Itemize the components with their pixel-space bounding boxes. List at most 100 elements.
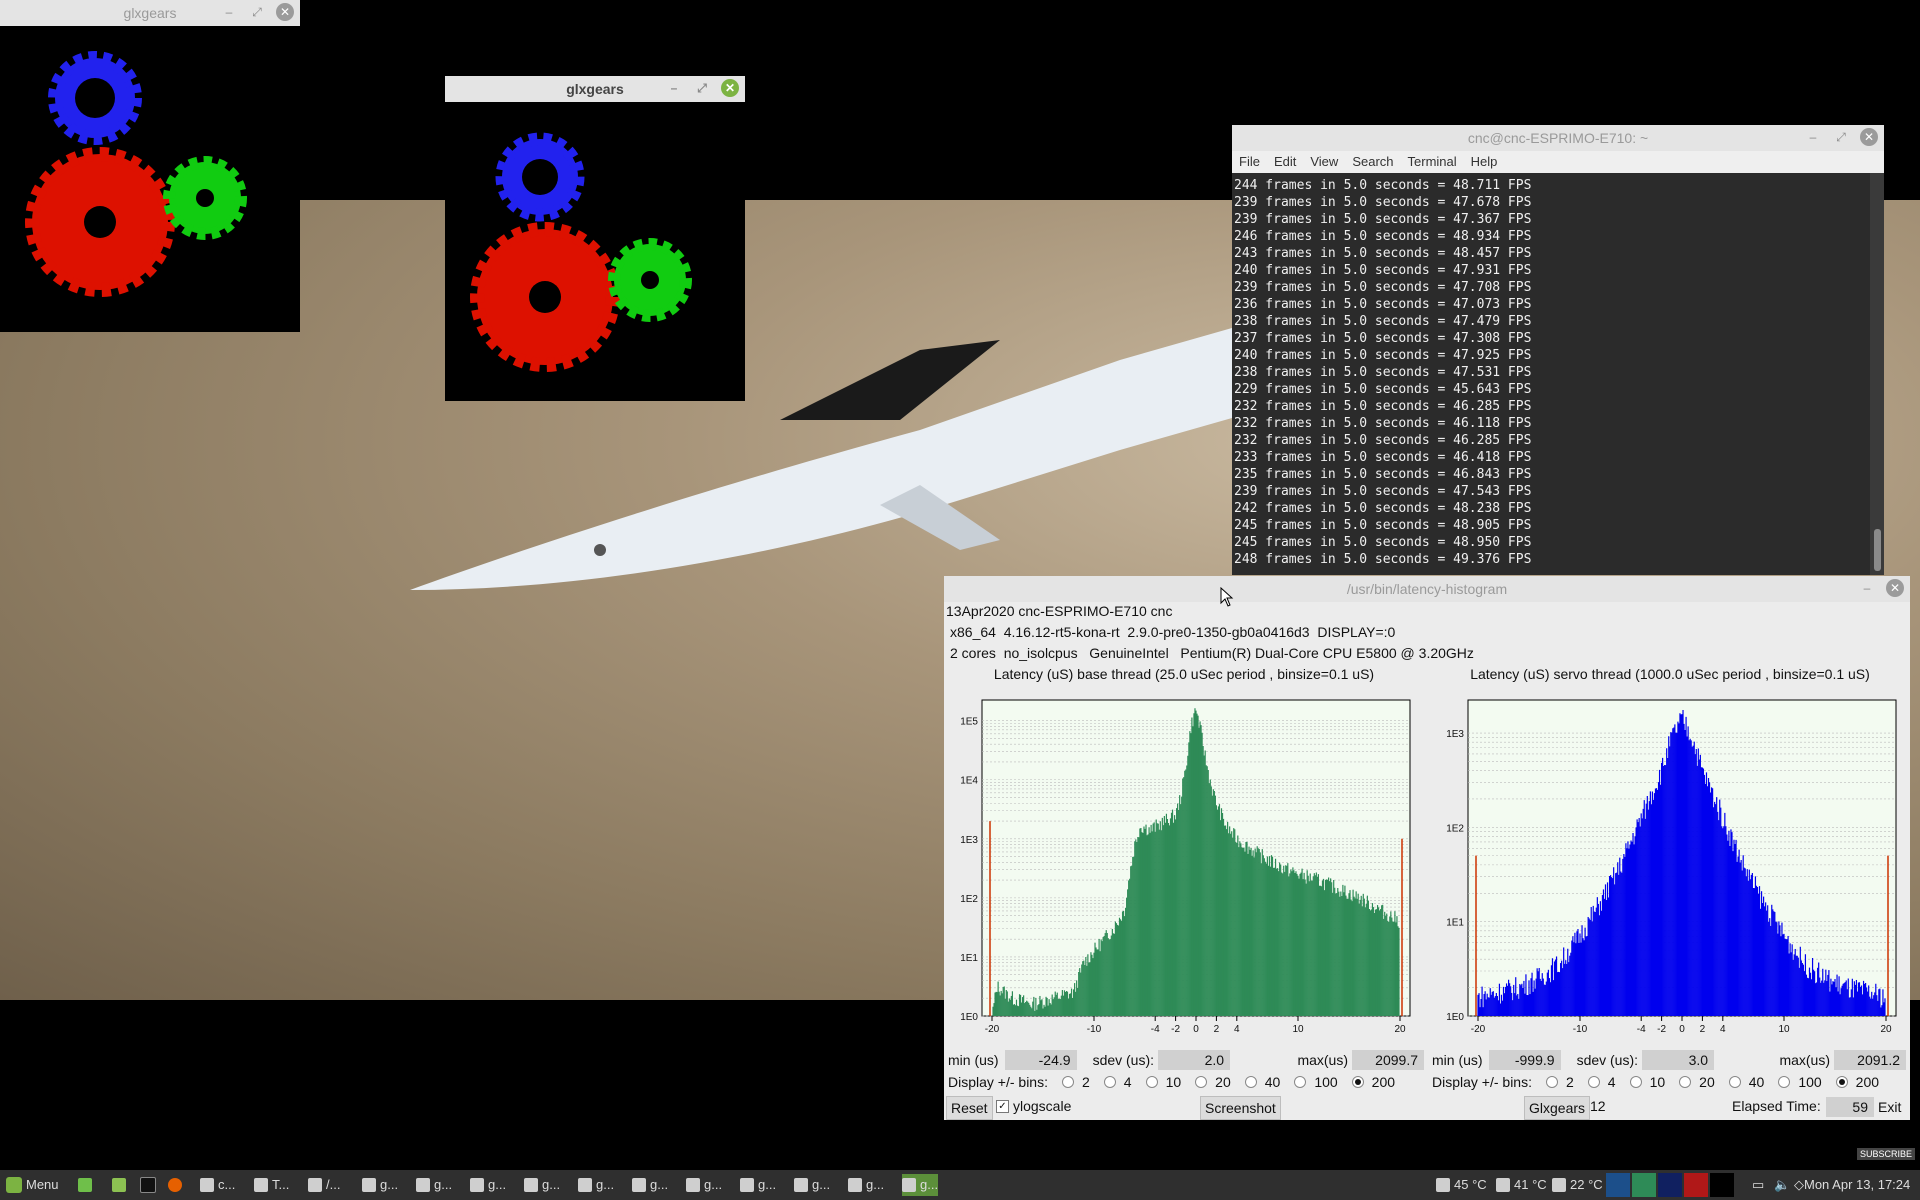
glxgears-window-1[interactable]: glxgears – ⤢ ✕ — [0, 0, 300, 332]
taskbar-window-button[interactable]: g... — [740, 1174, 776, 1196]
bins-radio[interactable] — [1244, 1076, 1257, 1088]
y-tick-label: 1E3 — [1446, 729, 1464, 740]
terminal-output[interactable]: 244 frames in 5.0 seconds = 48.711 FPS 2… — [1232, 173, 1870, 575]
firefox-launcher-icon[interactable] — [168, 1174, 182, 1196]
notifications-icon[interactable]: ▭ — [1752, 1174, 1764, 1196]
bins-radio[interactable] — [1679, 1076, 1692, 1088]
max-value: 2091.2 — [1834, 1050, 1906, 1070]
glxgears-count: 12 — [1590, 1098, 1606, 1114]
maximize-icon[interactable]: ⤢ — [693, 79, 711, 97]
maximize-icon[interactable]: ⤢ — [1832, 128, 1850, 146]
taskbar-window-button[interactable]: g... — [794, 1174, 830, 1196]
terminal-launcher-icon[interactable] — [140, 1174, 156, 1196]
glxgears-button[interactable]: Glxgears — [1524, 1096, 1591, 1120]
minimize-icon[interactable]: – — [1858, 579, 1876, 597]
taskbar-window-button[interactable]: g... — [686, 1174, 722, 1196]
bins-option-label: 20 — [1215, 1074, 1231, 1090]
bins-radio[interactable] — [1587, 1076, 1600, 1088]
minimize-icon[interactable]: – — [220, 3, 238, 21]
sdev-label: sdev (us): — [1092, 1052, 1155, 1068]
bins-radio[interactable] — [1778, 1076, 1791, 1088]
bins-radio[interactable] — [1195, 1076, 1208, 1088]
menu-view[interactable]: View — [1303, 151, 1345, 173]
clock[interactable]: Mon Apr 13, 17:24 — [1804, 1174, 1910, 1196]
thermometer-icon — [1552, 1178, 1566, 1192]
files-launcher-icon[interactable] — [112, 1174, 126, 1196]
bins-option-label: 100 — [1314, 1074, 1338, 1090]
sdev-value: 3.0 — [1642, 1050, 1715, 1070]
menu-button[interactable]: Menu — [6, 1174, 59, 1196]
screenshot-button[interactable]: Screenshot — [1200, 1096, 1281, 1120]
latency-histogram-window[interactable]: /usr/bin/latency-histogram – ✕ 13Apr2020… — [944, 576, 1910, 1120]
window-icon — [524, 1178, 538, 1192]
bins-radio[interactable] — [1294, 1076, 1307, 1088]
max-label: max(us) — [1297, 1052, 1348, 1068]
glxgears-titlebar[interactable]: glxgears – ⤢ ✕ — [445, 76, 745, 102]
menu-terminal[interactable]: Terminal — [1401, 151, 1464, 173]
show-desktop-icon[interactable] — [78, 1174, 92, 1196]
exit-button[interactable]: Exit — [1874, 1096, 1905, 1118]
reset-button[interactable]: Reset — [946, 1096, 993, 1120]
x-tick-label: -20 — [985, 1024, 1000, 1035]
menu-search[interactable]: Search — [1345, 151, 1400, 173]
maximize-icon[interactable]: ⤢ — [248, 3, 266, 21]
taskbar-window-button[interactable]: /... — [308, 1174, 340, 1196]
taskbar-window-button[interactable]: g... — [902, 1174, 939, 1196]
menu-edit[interactable]: Edit — [1267, 151, 1303, 173]
bins-option-label: 10 — [1165, 1074, 1182, 1090]
x-tick-label: 20 — [1880, 1024, 1892, 1035]
taskbar-window-button[interactable]: T... — [254, 1174, 289, 1196]
bins-option-label: 200 — [1855, 1074, 1880, 1090]
minimize-icon[interactable]: – — [665, 79, 683, 97]
taskbar-window-button[interactable]: g... — [578, 1174, 614, 1196]
terminal-titlebar[interactable]: cnc@cnc-ESPRIMO-E710: ~ – ⤢ ✕ — [1232, 125, 1884, 151]
elapsed-value: 59 — [1826, 1097, 1874, 1117]
taskbar-window-button[interactable]: g... — [416, 1174, 452, 1196]
volume-icon[interactable]: 🔈 — [1774, 1174, 1790, 1196]
taskbar-window-button[interactable]: g... — [362, 1174, 398, 1196]
base-thread-histogram: 1E01E11E21E31E41E5-20 -10 -4 -2 0 2 4 10 20 — [960, 699, 1411, 1035]
terminal-scrollbar[interactable] — [1870, 173, 1884, 575]
close-icon[interactable]: ✕ — [721, 79, 739, 97]
bins-radio[interactable] — [1835, 1076, 1848, 1088]
x-tick-label: -4 — [1151, 1024, 1160, 1035]
minimize-icon[interactable]: – — [1804, 128, 1822, 146]
thermometer-icon — [1496, 1178, 1510, 1192]
terminal-window[interactable]: cnc@cnc-ESPRIMO-E710: ~ – ⤢ ✕ File Edit … — [1232, 125, 1884, 575]
bins-option-label: 2 — [1565, 1074, 1574, 1090]
x-tick-label: 20 — [1394, 1024, 1406, 1035]
taskbar-window-button[interactable]: c... — [200, 1174, 235, 1196]
latency-bottom-bar: Reset ✓ ylogscale Screenshot Glxgears 12… — [944, 1094, 1910, 1120]
menu-help[interactable]: Help — [1464, 151, 1505, 173]
taskbar-window-button[interactable]: g... — [470, 1174, 506, 1196]
scrollbar-thumb[interactable] — [1874, 529, 1881, 571]
sdev-value: 2.0 — [1158, 1050, 1231, 1070]
taskbar-window-button[interactable]: g... — [524, 1174, 560, 1196]
taskbar-window-button[interactable]: g... — [632, 1174, 668, 1196]
window-icon — [848, 1178, 862, 1192]
bins-radio[interactable] — [1629, 1076, 1642, 1088]
disk-graph-icon — [1710, 1173, 1734, 1197]
close-icon[interactable]: ✕ — [1860, 128, 1878, 146]
min-value: -24.9 — [1004, 1050, 1077, 1070]
x-tick-label: 2 — [1214, 1024, 1220, 1035]
bins-radio[interactable] — [1545, 1076, 1558, 1088]
menu-file[interactable]: File — [1232, 151, 1267, 173]
close-icon[interactable]: ✕ — [1886, 579, 1904, 597]
bins-radio[interactable] — [1145, 1076, 1158, 1088]
system-monitor-graphs[interactable] — [1606, 1173, 1734, 1197]
servo-bins-selector: Display +/- bins: 2 4 10 20 40 100 200 — [1432, 1074, 1879, 1090]
window-label: g... — [434, 1177, 453, 1192]
bins-radio[interactable] — [1103, 1076, 1116, 1088]
bins-radio[interactable] — [1728, 1076, 1741, 1088]
load-graph-icon — [1684, 1173, 1708, 1197]
ylogscale-checkbox[interactable]: ✓ — [996, 1099, 1009, 1113]
close-icon[interactable]: ✕ — [276, 3, 294, 21]
bins-radio[interactable] — [1061, 1076, 1074, 1088]
bins-radio[interactable] — [1351, 1076, 1364, 1088]
glxgears-window-2[interactable]: glxgears – ⤢ ✕ — [445, 76, 745, 401]
glxgears-titlebar[interactable]: glxgears – ⤢ ✕ — [0, 0, 300, 26]
taskbar-window-button[interactable]: g... — [848, 1174, 884, 1196]
network-icon[interactable]: ◇ — [1794, 1174, 1804, 1196]
latency-titlebar[interactable]: /usr/bin/latency-histogram – ✕ — [944, 576, 1910, 602]
